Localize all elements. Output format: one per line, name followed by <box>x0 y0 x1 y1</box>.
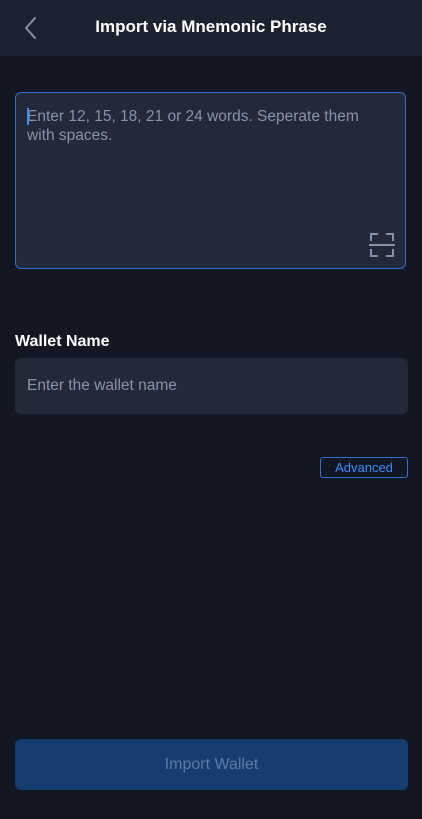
header-bar: Import via Mnemonic Phrase <box>0 0 422 56</box>
text-caret <box>27 108 29 125</box>
page-title: Import via Mnemonic Phrase <box>95 17 327 36</box>
advanced-button[interactable]: Advanced <box>320 457 408 478</box>
scan-button[interactable] <box>369 232 395 258</box>
wallet-name-input[interactable] <box>15 358 408 414</box>
wallet-name-label: Wallet Name <box>15 333 110 350</box>
mnemonic-input[interactable]: Enter 12, 15, 18, 21 or 24 words. Sepera… <box>15 92 406 269</box>
import-wallet-button[interactable]: Import Wallet <box>15 739 408 790</box>
scan-icon <box>369 233 395 257</box>
mnemonic-placeholder: Enter 12, 15, 18, 21 or 24 words. Sepera… <box>27 108 359 144</box>
